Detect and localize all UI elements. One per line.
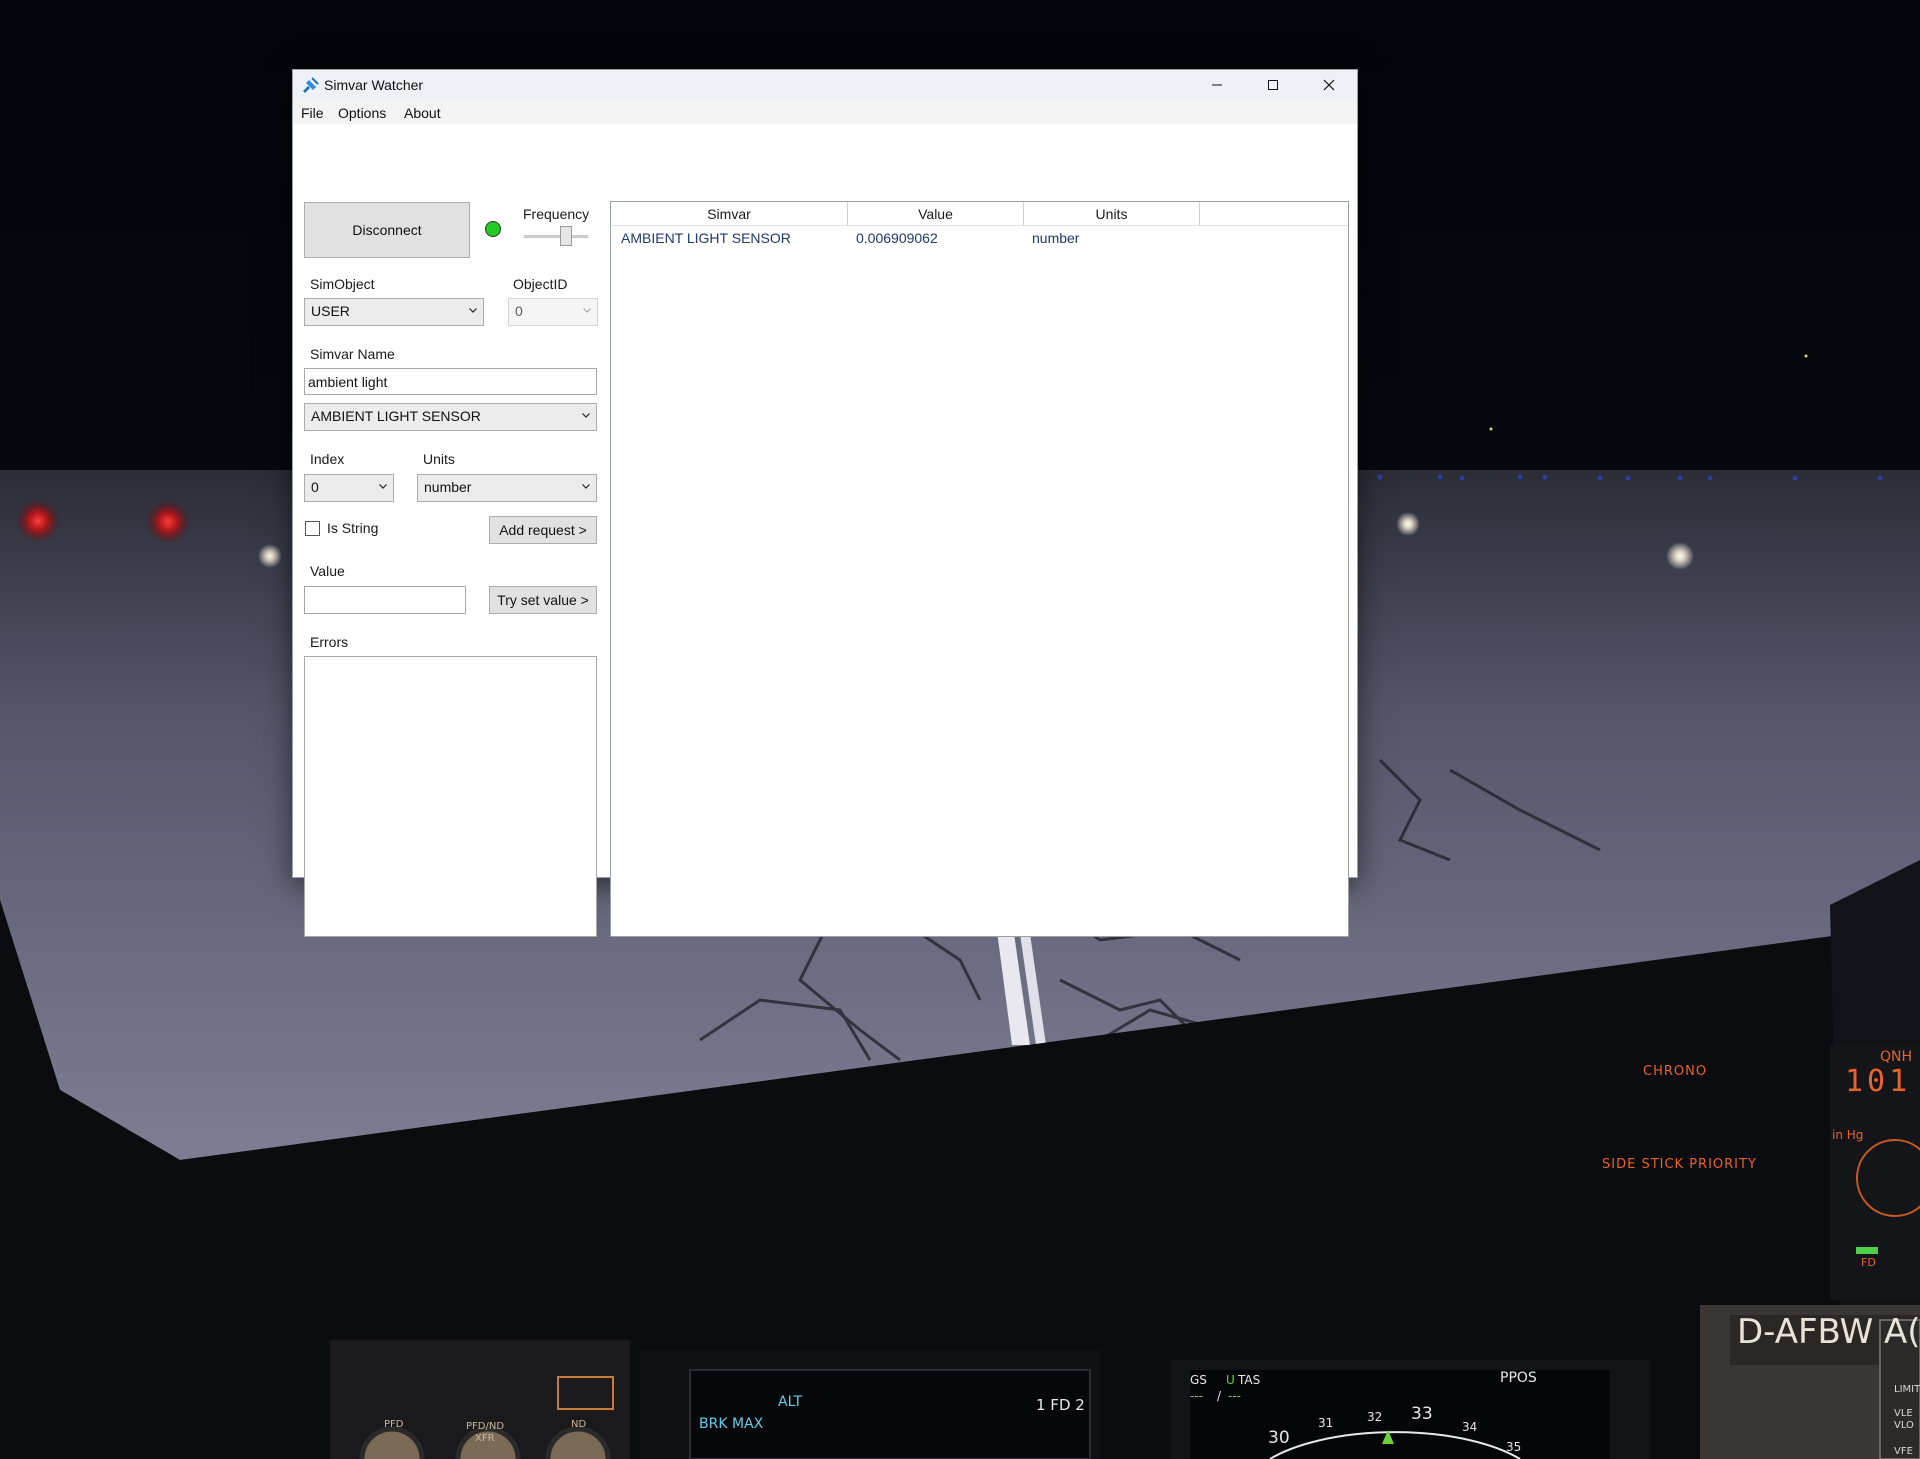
try-set-value-button[interactable]: Try set value > [489, 586, 597, 614]
units-select[interactable]: number [417, 474, 597, 502]
nd-tas-value: --- [1228, 1389, 1241, 1403]
objectid-selected: 0 [515, 303, 523, 319]
app-icon [303, 77, 319, 93]
chevron-down-icon [583, 308, 591, 313]
cell-simvar: AMBIENT LIGHT SENSOR [621, 230, 791, 246]
chevron-down-icon [379, 484, 387, 489]
registration-placard: D-AFBW [1737, 1312, 1874, 1352]
close-button[interactable] [1301, 70, 1357, 100]
minimize-icon [1212, 84, 1222, 86]
fma-fd: 1 FD 2 [1036, 1396, 1085, 1414]
client-area: Disconnect Frequency SimObject USER Obje… [293, 124, 1357, 937]
chrono-label: CHRONO [1643, 1064, 1708, 1079]
close-icon [1323, 79, 1335, 91]
title-bar[interactable]: Simvar Watcher [293, 70, 1357, 100]
index-label: Index [310, 451, 345, 467]
compass-35: 35 [1506, 1440, 1522, 1454]
table-row[interactable]: AMBIENT LIGHT SENSOR 0.006909062 number [611, 226, 1348, 248]
fd-label: FD [1861, 1256, 1876, 1269]
nd-mode: PPOS [1500, 1370, 1537, 1386]
frequency-slider[interactable] [524, 226, 588, 246]
menu-bar: File Options About [293, 100, 1357, 124]
cell-value: 0.006909062 [856, 230, 938, 246]
chevron-down-icon [469, 308, 477, 313]
simvar-watcher-window: Simvar Watcher File Options About Discon… [292, 69, 1358, 937]
maximize-button[interactable] [1245, 70, 1301, 100]
cell-units: number [1032, 230, 1080, 246]
simvar-name-label: Simvar Name [310, 346, 395, 362]
nd-knob-label: ND [571, 1419, 587, 1430]
compass-33: 33 [1411, 1404, 1433, 1424]
menu-file[interactable]: File [301, 105, 324, 121]
limit-label: LIMIT [1894, 1384, 1920, 1395]
fma-alt: ALT [778, 1394, 803, 1410]
frequency-label: Frequency [523, 206, 590, 222]
errors-label: Errors [310, 634, 349, 650]
vlo-label: VLO [1894, 1420, 1914, 1431]
simvar-name-select[interactable]: AMBIENT LIGHT SENSOR [304, 403, 597, 431]
xfr-knob-label: XFR [475, 1433, 495, 1444]
maximize-icon [1268, 80, 1278, 90]
qnh-label: QNH [1880, 1049, 1913, 1065]
column-header-filler [1200, 202, 1348, 226]
compass-30: 30 [1268, 1428, 1290, 1448]
column-header-value[interactable]: Value [848, 202, 1024, 226]
nd-u-label: U [1226, 1373, 1235, 1387]
menu-options[interactable]: Options [338, 105, 386, 121]
simvar-table[interactable]: Simvar Value Units AMBIENT LIGHT SENSOR … [610, 201, 1349, 937]
units-label: Units [423, 451, 455, 467]
compass-32: 32 [1367, 1410, 1383, 1424]
vfe-label: VFE [1894, 1446, 1913, 1457]
value-label: Value [310, 563, 345, 579]
simobject-label: SimObject [310, 276, 375, 292]
simobject-selected: USER [311, 303, 350, 319]
qnh-digits: 101 [1845, 1064, 1912, 1099]
is-string-checkbox[interactable] [305, 521, 320, 536]
compass-34: 34 [1462, 1420, 1478, 1434]
is-string-label: Is String [327, 520, 379, 536]
objectid-select[interactable]: 0 [508, 298, 598, 326]
objectid-label: ObjectID [513, 276, 568, 292]
value-input[interactable] [304, 586, 466, 614]
registration-suffix: A( [1884, 1312, 1920, 1352]
side-stick-priority-label: SIDE STICK PRIORITY [1602, 1157, 1757, 1172]
simvar-name-selected: AMBIENT LIGHT SENSOR [311, 408, 481, 424]
nd-separator: / [1217, 1389, 1222, 1403]
simvar-name-input[interactable] [304, 368, 597, 395]
simobject-select[interactable]: USER [304, 298, 484, 326]
units-selected: number [424, 479, 472, 495]
chevron-down-icon [582, 413, 590, 418]
chevron-down-icon [582, 484, 590, 489]
nd-gs-value: --- [1190, 1389, 1203, 1403]
connection-status-indicator [485, 221, 501, 237]
in-hg-label: in Hg [1832, 1128, 1864, 1142]
column-header-simvar[interactable]: Simvar [611, 202, 848, 226]
menu-about[interactable]: About [404, 105, 441, 121]
frequency-slider-track [524, 235, 588, 238]
fma-brk-max: BRK MAX [699, 1416, 764, 1432]
pfdnd-knob-label: PFD/ND [466, 1421, 505, 1432]
minimize-button[interactable] [1189, 70, 1245, 100]
compass-31: 31 [1318, 1416, 1334, 1430]
nd-tas-label: TAS [1238, 1373, 1261, 1387]
vle-label: VLE [1894, 1408, 1913, 1419]
add-request-button[interactable]: Add request > [489, 516, 597, 544]
index-select[interactable]: 0 [304, 474, 394, 502]
nd-gs-label: GS [1190, 1373, 1207, 1387]
column-header-units[interactable]: Units [1024, 202, 1200, 226]
disconnect-button[interactable]: Disconnect [304, 202, 470, 258]
index-selected: 0 [311, 479, 319, 495]
errors-textarea[interactable] [304, 656, 597, 937]
window-title: Simvar Watcher [324, 77, 424, 93]
frequency-slider-thumb[interactable] [560, 226, 572, 246]
pfd-knob-label: PFD [384, 1419, 404, 1430]
